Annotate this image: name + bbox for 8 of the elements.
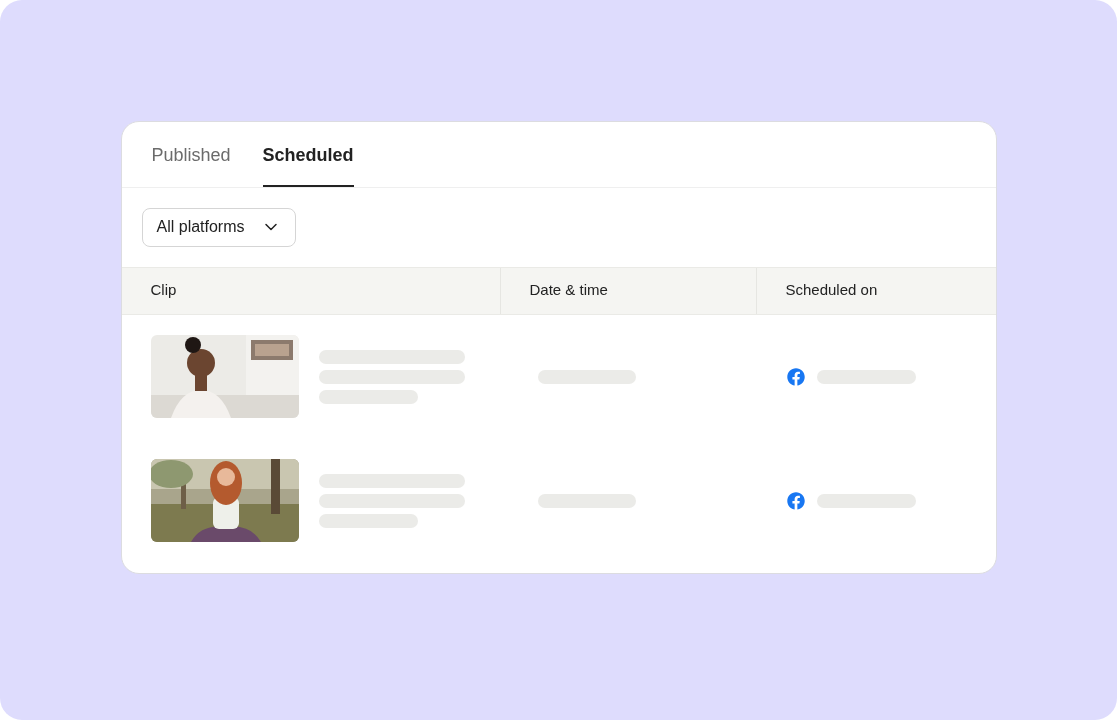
tab[interactable]: Published xyxy=(151,121,231,187)
column-header: Clip xyxy=(150,280,177,301)
tab[interactable]: Scheduled xyxy=(262,121,354,187)
column-header: Scheduled on xyxy=(785,280,878,301)
facebook-icon xyxy=(786,491,805,510)
platform-dropdown[interactable]: All platforms xyxy=(141,207,296,247)
column-header: Date & time xyxy=(529,280,608,301)
facebook-icon xyxy=(786,367,805,386)
